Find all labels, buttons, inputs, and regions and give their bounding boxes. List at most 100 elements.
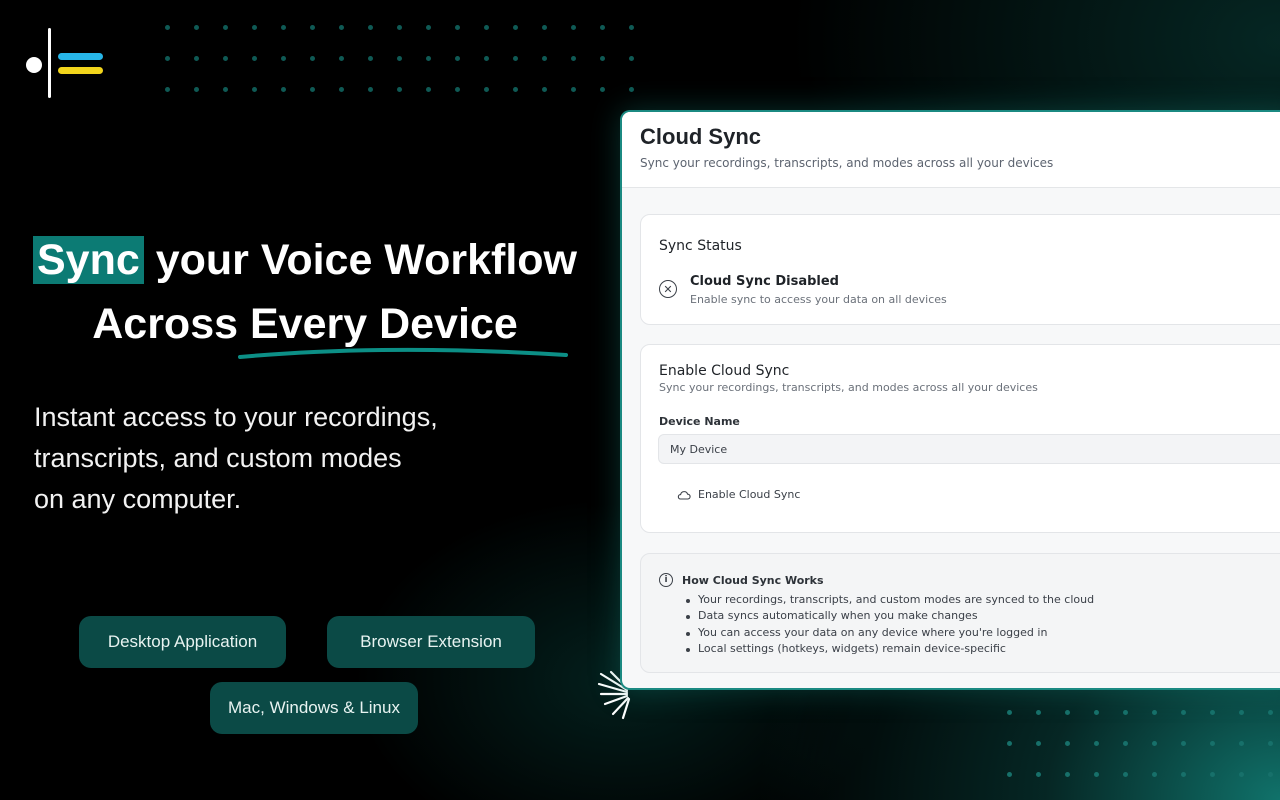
- decorative-dot: [426, 56, 431, 61]
- list-item: You can access your data on any device w…: [686, 625, 1094, 641]
- brand-logo: [24, 28, 108, 100]
- decorative-dot: [397, 25, 402, 30]
- decorative-dot: [281, 87, 286, 92]
- decorative-dot: [1094, 710, 1099, 715]
- decorative-dot: [165, 25, 170, 30]
- decorative-dot: [223, 56, 228, 61]
- decorative-dot: [1065, 741, 1070, 746]
- decorative-dot: [1065, 772, 1070, 777]
- info-heading: i How Cloud Sync Works: [659, 573, 824, 587]
- pill-platforms: Mac, Windows & Linux: [210, 682, 418, 734]
- decorative-dot: [600, 25, 605, 30]
- decorative-dot: [542, 25, 547, 30]
- page-subtitle: Sync your recordings, transcripts, and m…: [640, 156, 1054, 170]
- decorative-dot: [252, 25, 257, 30]
- decorative-dot: [165, 87, 170, 92]
- sync-status-card: Sync Status ✕ Cloud Sync Disabled Enable…: [640, 214, 1280, 325]
- decorative-dot: [513, 56, 518, 61]
- decorative-dot: [1152, 710, 1157, 715]
- device-name-input[interactable]: [658, 434, 1280, 464]
- decorative-dot: [397, 87, 402, 92]
- subtext-line-1: Instant access to your recordings,: [34, 402, 438, 432]
- decorative-dot: [1123, 741, 1128, 746]
- cloud-icon: [677, 490, 691, 500]
- decorative-dot: [600, 87, 605, 92]
- pill-browser-extension: Browser Extension: [327, 616, 535, 668]
- cloud-sync-window: Cloud Sync Sync your recordings, transcr…: [620, 110, 1280, 690]
- decorative-dot: [194, 87, 199, 92]
- headline-line-1-rest: your Voice Workflow: [143, 236, 578, 284]
- underline-swoosh: [238, 347, 568, 359]
- decorative-dot: [484, 87, 489, 92]
- decorative-dot: [571, 25, 576, 30]
- decorative-dot: [368, 25, 373, 30]
- logo-dot: [26, 57, 42, 73]
- decorative-dot: [455, 56, 460, 61]
- subtext-line-2: transcripts, and custom modes: [34, 443, 402, 473]
- list-item: Local settings (hotkeys, widgets) remain…: [686, 641, 1094, 657]
- decorative-dot: [455, 87, 460, 92]
- decorative-dot: [1036, 772, 1041, 777]
- decorative-dot: [629, 87, 634, 92]
- decorative-dot: [223, 87, 228, 92]
- decorative-dot: [542, 87, 547, 92]
- decorative-dot: [1007, 710, 1012, 715]
- decorative-dot: [600, 56, 605, 61]
- decorative-dot: [339, 25, 344, 30]
- decorative-dot: [165, 56, 170, 61]
- decorative-dot: [1181, 772, 1186, 777]
- decorative-dot: [339, 56, 344, 61]
- pill-desktop-application: Desktop Application: [79, 616, 286, 668]
- device-name-label: Device Name: [659, 415, 740, 428]
- decorative-dot: [1123, 772, 1128, 777]
- enable-sync-subtitle: Sync your recordings, transcripts, and m…: [659, 381, 1038, 394]
- decorative-dot: [1036, 710, 1041, 715]
- info-list: Your recordings, transcripts, and custom…: [686, 592, 1094, 658]
- decorative-dot: [1268, 772, 1273, 777]
- subtext: Instant access to your recordings, trans…: [34, 397, 494, 520]
- decorative-dot: [513, 25, 518, 30]
- decorative-dot: [1181, 741, 1186, 746]
- decorative-dot: [310, 25, 315, 30]
- decorative-dot: [310, 87, 315, 92]
- window-header: Cloud Sync Sync your recordings, transcr…: [622, 112, 1280, 188]
- headline: Sync your Voice Workflow Across Every De…: [0, 228, 610, 356]
- headline-line-1: Sync your Voice Workflow: [0, 228, 610, 292]
- decorative-dot: [339, 87, 344, 92]
- decorative-dot: [484, 56, 489, 61]
- decorative-dot: [1123, 710, 1128, 715]
- decorative-dot: [513, 87, 518, 92]
- decorative-dot: [1094, 741, 1099, 746]
- logo-yellow-stripe: [58, 67, 103, 74]
- decorative-dot: [484, 25, 489, 30]
- decorative-dot: [194, 25, 199, 30]
- how-it-works-card: i How Cloud Sync Works Your recordings, …: [640, 553, 1280, 673]
- info-title: How Cloud Sync Works: [682, 573, 824, 587]
- decorative-dot: [1239, 741, 1244, 746]
- decorative-dot-grid: [1007, 710, 1273, 777]
- decorative-dot: [1268, 741, 1273, 746]
- decorative-dot: [426, 87, 431, 92]
- decorative-dot: [1268, 710, 1273, 715]
- headline-highlight: Sync: [32, 236, 144, 284]
- decorative-dot: [1094, 772, 1099, 777]
- decorative-dot: [1036, 741, 1041, 746]
- decorative-dot: [542, 56, 547, 61]
- logo-blue-stripe: [58, 53, 103, 60]
- subtext-line-3: on any computer.: [34, 484, 242, 514]
- decorative-dot: [1065, 710, 1070, 715]
- decorative-dot: [397, 56, 402, 61]
- decorative-dot-grid: [165, 25, 634, 92]
- decorative-dot: [629, 56, 634, 61]
- enable-cloud-sync-label: Enable Cloud Sync: [698, 488, 801, 501]
- decorative-dot: [281, 56, 286, 61]
- list-item: Data syncs automatically when you make c…: [686, 608, 1094, 624]
- sync-state-title: Cloud Sync Disabled: [690, 274, 839, 289]
- decorative-dot: [194, 56, 199, 61]
- page-title: Cloud Sync: [640, 124, 762, 149]
- list-item: Your recordings, transcripts, and custom…: [686, 592, 1094, 608]
- decorative-dot: [1239, 772, 1244, 777]
- decorative-dot: [1007, 772, 1012, 777]
- enable-cloud-sync-button[interactable]: Enable Cloud Sync: [677, 488, 800, 501]
- decorative-dot: [571, 87, 576, 92]
